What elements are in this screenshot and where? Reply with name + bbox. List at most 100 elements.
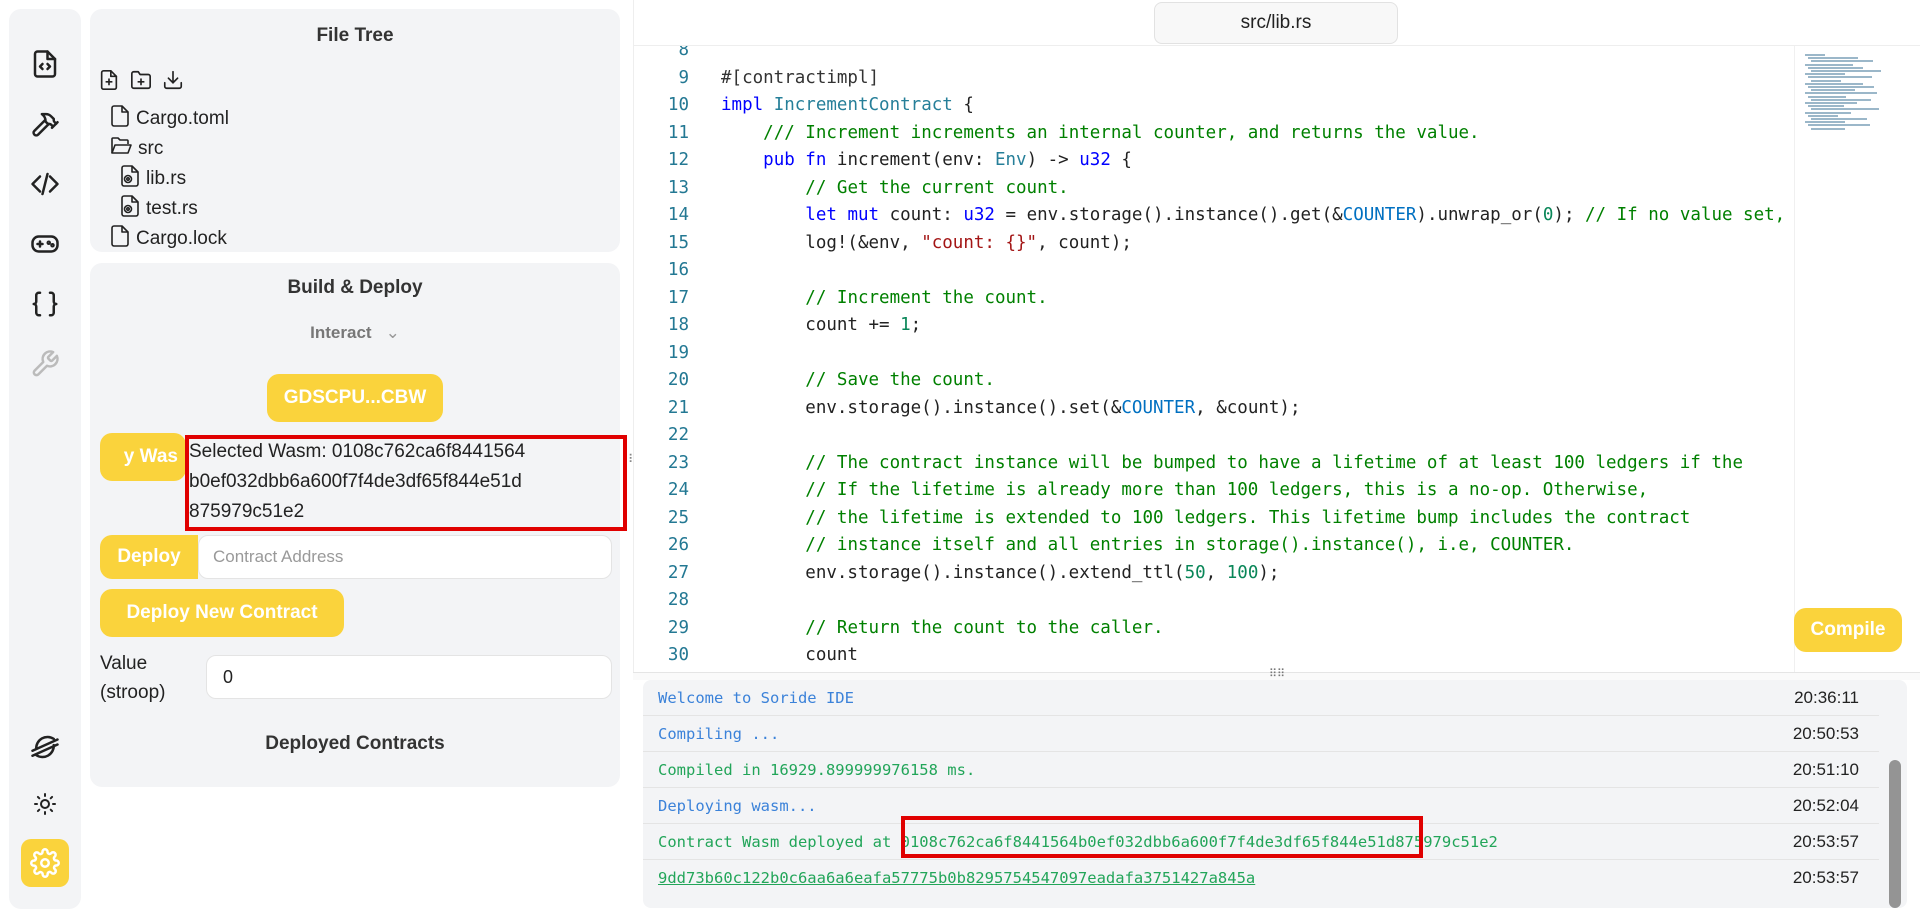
tree-item-label: src — [138, 138, 164, 159]
account-button[interactable]: GDSCPU...CBW — [267, 374, 443, 422]
tab-lib-rs[interactable]: src/lib.rs — [1154, 2, 1398, 44]
log-time: 20:53:57 — [1792, 868, 1859, 887]
wrench-icon[interactable] — [25, 344, 65, 384]
deployed-contracts-title: Deployed Contracts — [265, 733, 445, 754]
deploy-button[interactable]: Deploy — [100, 535, 198, 579]
code-line[interactable]: 24 // If the lifetime is already more th… — [634, 480, 1794, 508]
line-number: 15 — [667, 232, 689, 253]
gamepad-icon[interactable] — [25, 224, 65, 264]
code-line[interactable]: 17 // Increment the count. — [634, 288, 1794, 316]
code-line[interactable]: 10 impl IncrementContract { — [634, 95, 1794, 123]
code-line[interactable]: 19 — [634, 343, 1794, 371]
contract-address-input[interactable]: Contract Address — [198, 535, 612, 579]
mode-dropdown[interactable]: Interact ⌄ — [90, 323, 620, 343]
minimap-line — [1811, 98, 1871, 101]
minimap-line — [1811, 70, 1881, 72]
code-line[interactable]: 12 pub fn increment(env: Env) -> u32 { — [634, 150, 1794, 178]
log-message-prefix: Contract Wasm deployed at — [658, 833, 901, 851]
tree-item-cargo-lock[interactable]: Cargo.lock — [110, 225, 227, 253]
file-code-icon[interactable] — [25, 44, 65, 84]
log-message: Welcome to Soride IDE — [658, 689, 854, 707]
code-line[interactable]: 15 log!(&env, "count: {}", count); — [634, 233, 1794, 261]
minimap-line — [1805, 82, 1863, 85]
line-code: // The contract instance will be bumped … — [805, 452, 1743, 473]
line-code: // instance itself and all entries in st… — [805, 535, 1575, 555]
code-line[interactable]: 16 — [634, 260, 1794, 288]
minimap-line — [1808, 86, 1874, 88]
code-line[interactable]: 18 count += 1; — [634, 315, 1794, 343]
build-deploy-title: Build & Deploy — [287, 277, 423, 298]
line-number: 23 — [667, 452, 689, 473]
line-number: 28 — [667, 590, 689, 610]
code-icon[interactable] — [25, 164, 65, 204]
line-code: // Return the count to the caller. — [805, 617, 1164, 638]
minimap-line — [1808, 105, 1844, 108]
code-editor[interactable]: 8 9 #[contractimpl] 10 impl IncrementContrac… — [633, 46, 1920, 672]
code-line[interactable]: 14 let mut count: u32 = env.storage().in… — [634, 205, 1794, 233]
code-line[interactable]: 9 #[contractimpl] — [634, 68, 1794, 96]
highlight-box — [185, 435, 627, 531]
new-file-icon[interactable] — [98, 69, 120, 95]
line-number: 13 — [667, 177, 689, 198]
compile-button[interactable]: Compile — [1794, 608, 1902, 652]
tree-item-test-rs[interactable]: test.rs — [120, 195, 198, 223]
minimap-line — [1805, 111, 1851, 114]
code-line[interactable]: 29 // Return the count to the caller. — [634, 618, 1794, 646]
log-time: 20:51:10 — [1792, 760, 1859, 779]
line-code: // Save the count. — [805, 370, 995, 390]
code-line[interactable]: 13 // Get the current count. — [634, 178, 1794, 206]
code-line[interactable]: 11 /// Increment increments an internal … — [634, 123, 1794, 151]
line-number: 8 — [678, 46, 689, 60]
minimap[interactable] — [1794, 46, 1904, 672]
log-time: 20:50:53 — [1792, 724, 1859, 743]
gear-icon[interactable] — [21, 839, 69, 887]
tree-item-src[interactable]: src — [110, 135, 163, 163]
download-icon[interactable] — [162, 69, 184, 95]
minimap-line — [1811, 89, 1855, 92]
tree-item-label: Cargo.lock — [136, 228, 227, 249]
minimap-line — [1805, 73, 1845, 76]
tree-item-cargo-toml[interactable]: Cargo.toml — [110, 105, 229, 133]
log-message: Compiling ... — [658, 725, 780, 743]
line-number: 18 — [667, 315, 689, 335]
line-number: 11 — [667, 122, 689, 143]
braces-icon[interactable] — [25, 284, 65, 324]
code-line[interactable]: 28 — [634, 590, 1794, 618]
log-row: 9dd73b60c122b0c6aa6a6eafa57775b0b8295754… — [643, 860, 1879, 896]
line-code: // Increment the count. — [805, 287, 1048, 308]
line-code: // the lifetime is extended to 100 ledge… — [805, 507, 1691, 528]
code-line[interactable]: 25 // the lifetime is extended to 100 le… — [634, 508, 1794, 536]
new-folder-icon[interactable] — [130, 69, 152, 95]
code-line[interactable]: 22 — [634, 425, 1794, 453]
minimap-line — [1808, 114, 1838, 117]
hammer-icon[interactable] — [25, 104, 65, 144]
mode-dropdown-value: Interact — [310, 323, 372, 342]
minimap-line — [1808, 76, 1872, 79]
code-line[interactable]: 30 count — [634, 645, 1794, 672]
tree-item-lib-rs[interactable]: lib.rs — [120, 165, 186, 193]
chevron-down-icon: ⌄ — [385, 323, 400, 342]
highlight-box — [901, 816, 1423, 858]
minimap-line — [1805, 54, 1825, 56]
deploy-new-contract-button[interactable]: Deploy New Contract — [100, 589, 344, 637]
minimap-line — [1805, 92, 1877, 95]
line-number: 24 — [667, 480, 689, 500]
value-stroop-input[interactable]: 0 — [206, 655, 612, 699]
code-line[interactable]: 26 // instance itself and all entries in… — [634, 535, 1794, 563]
transaction-hash-link[interactable]: 9dd73b60c122b0c6aa6a6eafa57775b0b8295754… — [658, 869, 1255, 887]
stellar-logo-icon[interactable] — [25, 727, 65, 767]
line-number: 16 — [667, 260, 689, 280]
line-code: pub fn increment(env: Env) -> u32 { — [763, 150, 1132, 170]
upload-wasm-button[interactable]: y Was — [100, 433, 186, 481]
code-line[interactable]: 21 env.storage().instance().set(&COUNTER… — [634, 398, 1794, 426]
line-number: 25 — [667, 507, 689, 528]
code-line[interactable]: 23 // The contract instance will be bump… — [634, 453, 1794, 481]
code-line[interactable]: 27 env.storage().instance().extend_ttl(5… — [634, 563, 1794, 591]
sun-icon[interactable] — [25, 784, 65, 824]
terminal-scrollbar[interactable] — [1889, 760, 1901, 908]
line-number: 10 — [667, 95, 689, 115]
log-time: 20:36:11 — [1794, 688, 1859, 707]
terminal-resize-handle[interactable]: ⠿⠿ — [633, 667, 1920, 680]
code-line[interactable]: 8 — [634, 46, 1794, 68]
code-line[interactable]: 20 // Save the count. — [634, 370, 1794, 398]
